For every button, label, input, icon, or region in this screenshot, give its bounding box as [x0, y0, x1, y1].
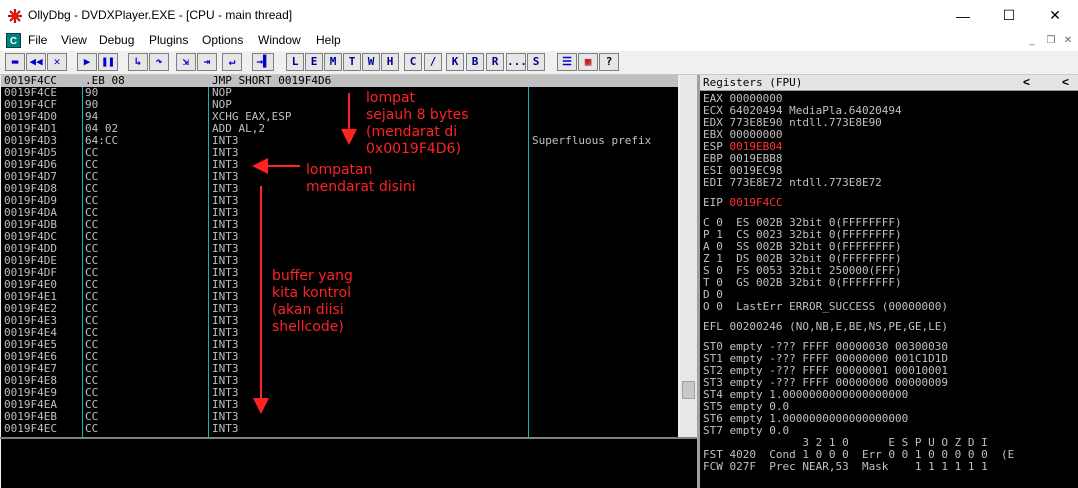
- register-text: T 0 GS 002B 32bit 0(FFFFFFFF): [703, 276, 902, 289]
- registers-pane[interactable]: EAX 00000000 ECX 64020494 MediaPla.640204…: [700, 91, 1078, 488]
- register-value-changed: 0019F4CC: [729, 196, 783, 209]
- register-line[interactable]: EDI 773E8E72 ntdll.773E8E72: [703, 177, 882, 189]
- register-line[interactable]: EIP 0019F4CC: [703, 197, 782, 209]
- registers-title: Registers (FPU): [703, 76, 803, 89]
- register-text: O 0 LastErr ERROR_SUCCESS (00000000): [703, 300, 949, 313]
- maximize-button[interactable]: ☐: [986, 0, 1032, 31]
- register-line[interactable]: EFL 00200246 (NO,NB,E,BE,NS,PE,GE,LE): [703, 321, 948, 333]
- annotation-arrows: [252, 93, 357, 414]
- register-line[interactable]: FCW 027F Prec NEAR,53 Mask 1 1 1 1 1 1: [703, 461, 988, 473]
- mdi-close-button[interactable]: ✕: [1060, 34, 1076, 48]
- register-text: FCW 027F Prec NEAR,53 Mask 1 1 1 1 1 1: [703, 460, 988, 473]
- mdi-minimize-button[interactable]: _: [1024, 34, 1040, 48]
- register-line[interactable]: T 0 GS 002B 32bit 0(FFFFFFFF): [703, 277, 902, 289]
- registers-prev-icon[interactable]: <: [1023, 75, 1030, 89]
- registers-next-icon[interactable]: <: [1062, 75, 1069, 89]
- mdi-restore-button[interactable]: ❐: [1043, 34, 1059, 48]
- register-text: EIP: [703, 196, 730, 209]
- dump-pane[interactable]: [1, 439, 698, 488]
- register-line[interactable]: O 0 LastErr ERROR_SUCCESS (00000000): [703, 301, 948, 313]
- close-button[interactable]: ✕: [1032, 0, 1078, 31]
- register-text: EFL 00200246 (NO,NB,E,BE,NS,PE,GE,LE): [703, 320, 949, 333]
- register-text: EDI 773E8E72 ntdll.773E8E72: [703, 176, 882, 189]
- minimize-button[interactable]: —: [940, 0, 986, 31]
- registers-header[interactable]: Registers (FPU) < <: [700, 75, 1078, 91]
